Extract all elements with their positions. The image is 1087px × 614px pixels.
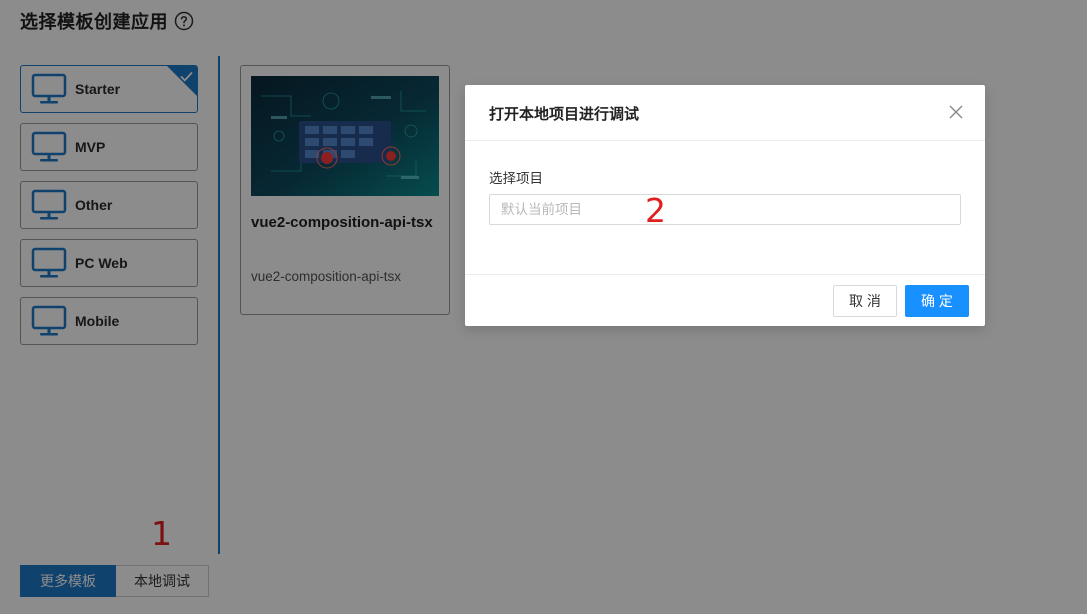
annotation-marker-2: 2 [645, 191, 666, 230]
modal-footer: 取 消 确 定 [465, 274, 985, 327]
cancel-button[interactable]: 取 消 [833, 285, 897, 317]
modal-title: 打开本地项目进行调试 [489, 106, 640, 123]
project-select-input[interactable] [489, 194, 961, 225]
local-debug-modal: 打开本地项目进行调试 选择项目 2 取 消 确 定 [465, 85, 985, 326]
project-field-label: 选择项目 [489, 171, 543, 186]
close-icon[interactable] [949, 105, 963, 119]
ok-button[interactable]: 确 定 [905, 285, 969, 317]
modal-header: 打开本地项目进行调试 [465, 85, 985, 141]
